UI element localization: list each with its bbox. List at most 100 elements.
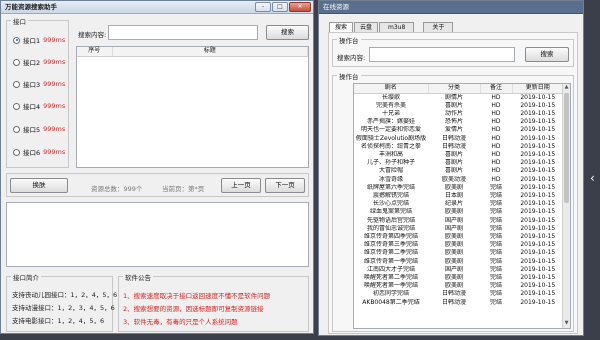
table-row[interactable]: 唤醒死者第一季完结 欧美剧 完结 2019-10-15 <box>354 282 564 290</box>
notice-line-2: 2、搜索想要的资源，因选标题即可复制资源链接 <box>123 305 264 313</box>
main-window: 万能资源搜索助手 - □ ✕ 接口 接口1 999ms 接口2 999ms 接口… <box>0 0 314 334</box>
row-date: 2019-10-15 <box>520 183 556 191</box>
list-scrollbar[interactable]: ▲ ▼ <box>562 84 570 328</box>
table-row[interactable]: 名侦探柯南：绀青之拳 日韩动漫 HD 2019-10-15 <box>354 143 564 151</box>
row-date: 2019-10-15 <box>520 159 556 167</box>
row-category: 欧美剧 <box>444 208 463 216</box>
row-note: 完结 <box>489 282 502 290</box>
col-note-header[interactable]: 备注 <box>480 84 513 94</box>
table-row[interactable]: 冰雪奇缘 欧美动漫 HD 2019-10-15 <box>354 176 564 184</box>
search-button[interactable]: 搜索 <box>266 25 309 40</box>
online-title-bar[interactable]: 在线资源 <box>319 1 583 14</box>
row-note: HD <box>491 93 501 101</box>
tab-panel: 操作台 搜索内容: 搜索 操作台 剧名 分类 备注 更新日期 长缨歌 剧情片 HD 2… <box>328 32 578 334</box>
results-table[interactable]: 序号 标题 <box>76 46 309 168</box>
col-category-header[interactable]: 分类 <box>428 84 481 94</box>
table-row[interactable]: 大冒险帽 喜剧片 HD 2019-10-15 <box>354 167 564 175</box>
switch-skin-button[interactable]: 换肤 <box>10 178 68 193</box>
tab-about[interactable]: 关于 <box>423 22 454 32</box>
scroll-thumb[interactable] <box>564 93 569 203</box>
intro-line-1: 支持丧动儿园接口：1，2，4，5，6 <box>12 291 118 299</box>
notice-line-3: 3、软件无毒，有毒的只是个人系统问题 <box>123 318 238 326</box>
col-index-header[interactable]: 序号 <box>77 47 113 57</box>
table-row[interactable]: 震撼解锈完结 日本剧 完结 2019-10-15 <box>354 192 564 200</box>
table-row[interactable]: 明天也一定要和你恋爱 爱情片 HD 2019-10-15 <box>354 126 564 134</box>
row-date: 2019-10-15 <box>520 191 556 199</box>
table-row[interactable]: AKB0048第二季完结 日韩动漫 完结 2019-10-15 <box>354 299 564 307</box>
row-date: 2019-10-15 <box>520 282 556 290</box>
maximize-button[interactable]: □ <box>272 2 288 12</box>
col-date-header[interactable]: 更新日期 <box>512 84 564 94</box>
tab-search[interactable]: 搜索 <box>329 22 354 32</box>
row-date: 2019-10-15 <box>520 232 556 240</box>
table-row[interactable]: 绿血鬼案第完结 欧美剧 完结 2019-10-15 <box>354 208 564 216</box>
resource-list[interactable]: 剧名 分类 备注 更新日期 长缨歌 剧情片 HD 2019-10-15 完美有杀美 喜剧片… <box>353 83 571 329</box>
table-row[interactable]: 江南四大才子完结 国产剧 完结 2019-10-15 <box>354 266 564 274</box>
row-note: 完结 <box>489 191 502 199</box>
row-category: 喜剧片 <box>444 167 463 175</box>
row-note: HD <box>491 150 501 158</box>
intro-line-3: 支持电影接口：1，2，4，5，6 <box>12 317 105 325</box>
row-date: 2019-10-15 <box>520 126 556 134</box>
next-page-button[interactable]: 下一页 <box>265 178 305 193</box>
interface-option-3[interactable]: 接口3 999ms <box>13 79 65 89</box>
scroll-up-icon[interactable]: ▲ <box>563 84 570 92</box>
col-name-header[interactable]: 剧名 <box>354 84 429 94</box>
interface-option-5[interactable]: 接口5 999ms <box>13 124 65 134</box>
interface-option-1[interactable]: 接口1 999ms <box>13 35 65 45</box>
table-row[interactable]: 维京传奇第三季完结 欧美剧 完结 2019-10-15 <box>354 241 564 249</box>
table-row[interactable]: 维京传奇第四季完结 欧美剧 完结 2019-10-15 <box>354 233 564 241</box>
interface-option-6[interactable]: 接口6 999ms <box>13 147 65 157</box>
radio-icon <box>13 148 20 156</box>
tab-m3u8[interactable]: m3u8 <box>379 22 415 32</box>
table-row[interactable]: 初恋同学完结 日韩动漫 完结 2019-10-15 <box>354 290 564 298</box>
interface-option-4[interactable]: 接口4 999ms <box>13 101 65 111</box>
table-row[interactable]: 纸牌屋第六季完结 欧美剧 完结 2019-10-15 <box>354 184 564 192</box>
prev-page-button[interactable]: 上一页 <box>221 178 261 193</box>
table-row[interactable]: 长沙心点完结 纪录片 完结 2019-10-15 <box>354 200 564 208</box>
close-button[interactable]: ✕ <box>289 2 311 12</box>
table-row[interactable]: 假面骑士Zevolutio剧场版 日韩动漫 HD 2019-10-15 <box>354 135 564 143</box>
interface-option-2[interactable]: 接口2 999ms <box>13 57 65 67</box>
radio-icon <box>13 80 20 88</box>
table-row[interactable]: 赤严揭旗：嫁娶娃 恐怖片 HD 2019-10-15 <box>354 118 564 126</box>
row-category: 日韩动漫 <box>441 134 466 142</box>
table-row[interactable]: 我的冒仙忠诚完结 国产剧 完结 2019-10-15 <box>354 225 564 233</box>
row-category: 欧美剧 <box>444 232 463 240</box>
title-bar[interactable]: 万能资源搜索助手 - □ ✕ <box>1 1 313 14</box>
table-row[interactable]: 长缨歌 剧情片 HD 2019-10-15 <box>354 93 564 102</box>
row-note: HD <box>491 118 501 126</box>
row-category: 欧美剧 <box>444 257 463 265</box>
row-category: 欧美剧 <box>444 282 463 290</box>
table-row[interactable]: 丰洲和高 喜剧片 HD 2019-10-15 <box>354 151 564 159</box>
col-title-header[interactable]: 标题 <box>112 47 308 57</box>
row-date: 2019-10-15 <box>520 241 556 249</box>
scroll-down-icon[interactable]: ▼ <box>563 320 570 328</box>
row-note: 完结 <box>489 200 502 208</box>
row-category: 喜剧片 <box>444 159 463 167</box>
table-row[interactable]: 十兄弟 动作片 HD 2019-10-15 <box>354 110 564 118</box>
right-search-button[interactable]: 搜索 <box>525 47 569 62</box>
table-row[interactable]: 先驱物语后宫完结 国产剧 完结 2019-10-15 <box>354 217 564 225</box>
row-date: 2019-10-15 <box>520 134 556 142</box>
table-row[interactable]: 完美有杀美 喜剧片 HD 2019-10-15 <box>354 102 564 110</box>
row-name: 震撼解锈完结 <box>372 191 409 199</box>
table-row[interactable]: 维京传奇第一季完结 欧美剧 完结 2019-10-15 <box>354 258 564 266</box>
row-note: 完结 <box>489 241 502 249</box>
row-date: 2019-10-15 <box>520 93 556 101</box>
table-row[interactable]: 唤醒死者第二季完结 欧美剧 完结 2019-10-15 <box>354 274 564 282</box>
op-group-label: 操作台 <box>337 35 361 45</box>
search-input[interactable] <box>108 25 258 40</box>
side-arrow-icon[interactable]: ‹ <box>590 170 598 186</box>
row-name: 丰洲和高 <box>378 150 403 158</box>
log-area[interactable] <box>6 202 309 267</box>
table-row[interactable]: 儿子、孙子和种子 喜剧片 HD 2019-10-15 <box>354 159 564 167</box>
row-note: 完结 <box>489 290 502 298</box>
table-row[interactable]: 维京传奇第二季完结 欧美剧 完结 2019-10-15 <box>354 249 564 257</box>
minimize-button[interactable]: - <box>255 2 271 12</box>
row-category: 欧美动漫 <box>441 175 466 183</box>
row-name: 维京传奇第二季完结 <box>363 249 418 257</box>
right-search-input[interactable] <box>369 47 515 62</box>
row-note: 完结 <box>489 232 502 240</box>
tab-cloud[interactable]: 云盘 <box>354 22 379 32</box>
